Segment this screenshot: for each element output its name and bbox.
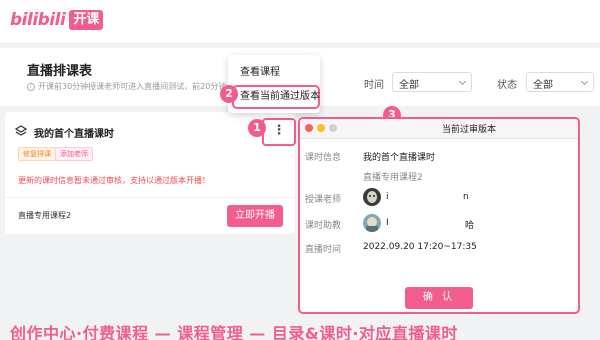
assistant-avatar <box>363 214 381 232</box>
footer-caption: 创作中心·付费课程 — 课程管理 — 目录&课时·对应直播课时 <box>10 324 458 340</box>
logo-wordmark: bilibili <box>10 10 66 30</box>
tag-add-teacher: 添加老师 <box>55 147 93 161</box>
approved-version-modal: 当前过审版本 课时信息 我的首个直播课时 直播专用课程2 授课老师 i n 课时… <box>298 117 580 314</box>
teacher-name: i <box>386 192 389 202</box>
live-time-value: 2022.09.20 17:20~17:35 <box>363 242 477 252</box>
time-filter-label: 时间 <box>364 80 384 91</box>
start-live-button[interactable]: 立即开播 <box>227 205 283 227</box>
more-options-button[interactable]: ⋮ <box>262 118 296 146</box>
logo-badge: 开课 <box>69 10 104 30</box>
info-icon: i <box>27 82 35 91</box>
notice-label: 开课前30分钟授课老师可进入直播间测试，前20分钟 <box>38 82 227 91</box>
step-badge-2: 2 <box>220 85 238 103</box>
review-warning: 更新的课时信息暂未通过审核，支持以通过版本开播！ <box>18 176 210 185</box>
lesson-course-value: 直播专用课程2 <box>363 173 423 183</box>
confirm-button[interactable]: 确 认 <box>405 287 473 309</box>
teacher-name-tail: n <box>463 192 469 202</box>
menu-item-view-approved-version[interactable]: 查看当前通过版本 <box>232 85 320 109</box>
status-filter-value: 全部 <box>533 80 553 91</box>
course-name: 直播专用课程2 <box>18 211 72 220</box>
lesson-info-value: 我的首个直播课时 <box>363 153 436 163</box>
lesson-info-label: 课时信息 <box>305 153 342 163</box>
teacher-avatar <box>363 188 381 206</box>
time-filter-select[interactable]: 全部 <box>392 72 472 92</box>
modal-titlebar: 当前过审版本 <box>300 119 578 139</box>
assistant-label: 课时助教 <box>305 221 342 231</box>
step-badge-1: 1 <box>248 119 266 137</box>
bilibili-logo[interactable]: bilibili 开课 <box>10 10 104 30</box>
layers-icon <box>15 125 27 136</box>
assistant-name: I <box>386 218 389 228</box>
time-filter-value: 全部 <box>399 80 419 91</box>
chevron-down-icon <box>580 77 589 86</box>
status-filter-select[interactable]: 全部 <box>526 72 594 92</box>
status-filter-label: 状态 <box>497 80 517 91</box>
assistant-name-tail: 哈 <box>465 221 475 231</box>
teacher-label: 授课老师 <box>305 195 342 205</box>
options-dropdown: 查看课程 查看当前通过版本 <box>228 55 320 113</box>
tag-fix-schedule: 修复排课 <box>18 147 56 161</box>
live-time-label: 直播时间 <box>305 245 342 255</box>
top-bar: bilibili 开课 <box>0 0 600 44</box>
modal-title: 当前过审版本 <box>441 125 496 135</box>
chevron-down-icon <box>458 77 467 86</box>
divider <box>5 197 295 198</box>
notice-text: i 开课前30分钟授课老师可进入直播间测试，前20分钟 <box>27 81 226 92</box>
page-title: 直播排课表 <box>27 64 93 79</box>
course-title: 我的首个直播课时 <box>34 129 114 140</box>
menu-item-view-course[interactable]: 查看课程 <box>228 61 320 85</box>
